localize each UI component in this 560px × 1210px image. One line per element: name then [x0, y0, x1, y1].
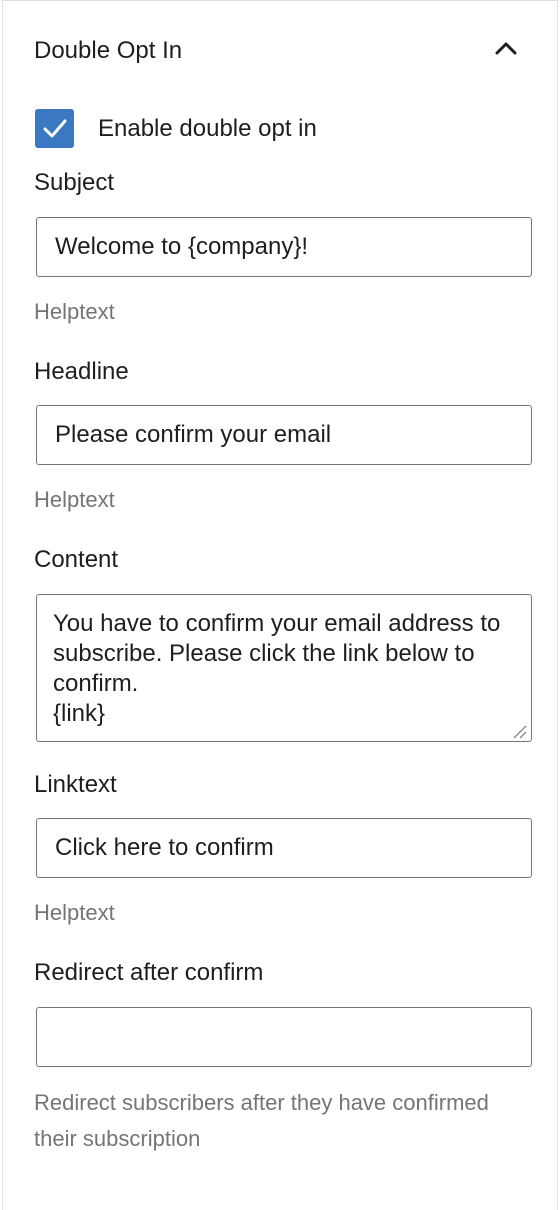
- subject-label: Subject: [34, 169, 115, 196]
- linktext-label: Linktext: [34, 771, 117, 798]
- enable-double-opt-in-checkbox[interactable]: [35, 109, 74, 148]
- content-label: Content: [34, 546, 119, 573]
- panel-title: Double Opt In: [34, 37, 183, 64]
- redirect-input[interactable]: [36, 1007, 532, 1067]
- subject-input[interactable]: [36, 217, 532, 277]
- headline-label: Headline: [34, 358, 129, 385]
- headline-helptext: Helptext: [34, 487, 115, 512]
- content-textarea[interactable]: You have to confirm your email address t…: [36, 594, 532, 742]
- chevron-up-icon[interactable]: [493, 37, 519, 59]
- enable-double-opt-in-label[interactable]: Enable double opt in: [98, 114, 317, 144]
- linktext-input[interactable]: [36, 818, 532, 878]
- subject-helptext: Helptext: [34, 299, 115, 324]
- redirect-helptext: Redirect subscribers after they have con…: [34, 1090, 489, 1151]
- panel-header-toggle[interactable]: Double Opt In: [3, 1, 557, 99]
- headline-input[interactable]: [36, 405, 532, 465]
- resize-handle-icon[interactable]: [511, 723, 527, 739]
- redirect-label: Redirect after confirm: [34, 959, 264, 986]
- linktext-helptext: Helptext: [34, 900, 115, 925]
- checkmark-icon: [43, 119, 67, 138]
- double-opt-in-panel: Double Opt In Enable double opt in Subje…: [2, 0, 558, 1210]
